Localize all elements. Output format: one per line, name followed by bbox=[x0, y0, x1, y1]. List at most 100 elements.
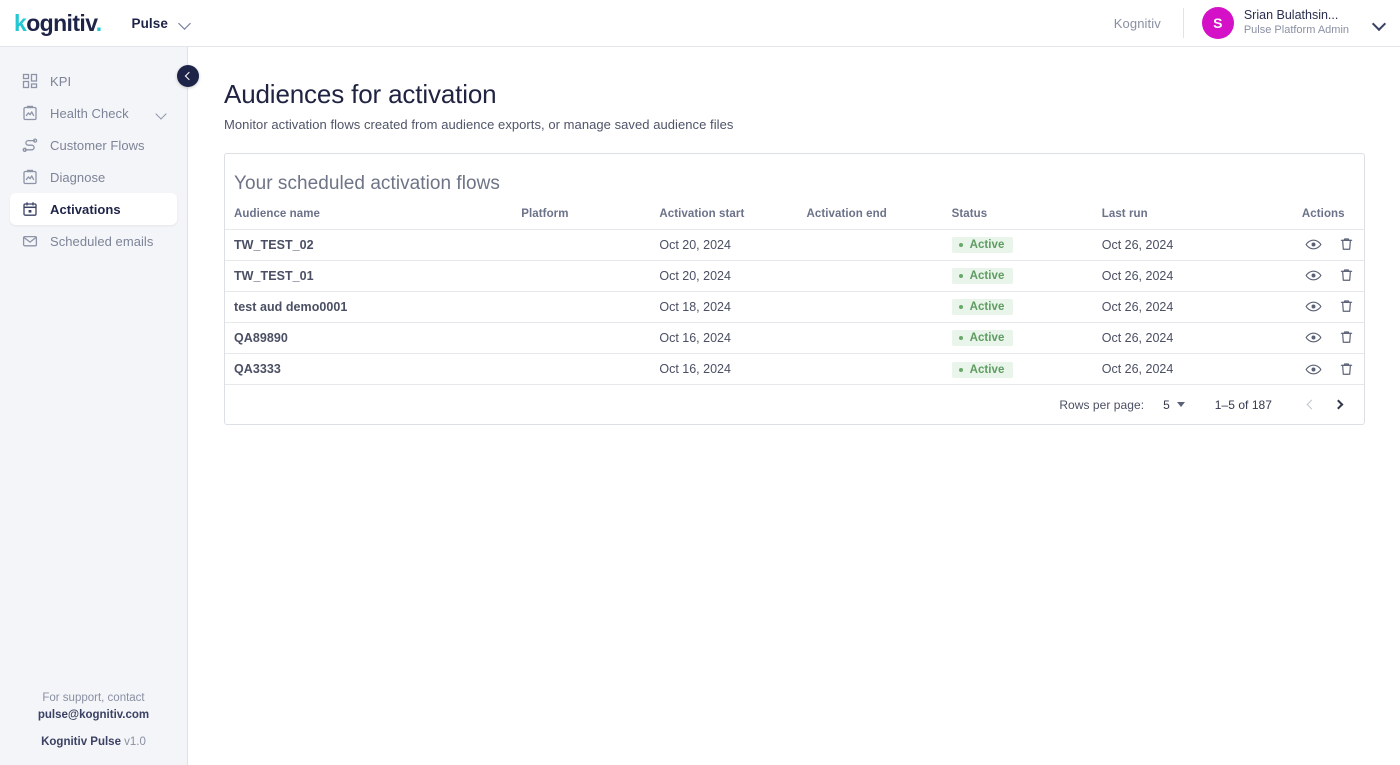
cell-status: Active bbox=[951, 352, 1102, 385]
sidebar-item-label: Activations bbox=[50, 201, 121, 217]
column-header-audience-name[interactable]: Audience name bbox=[225, 208, 521, 230]
rows-per-page-select[interactable]: 5 bbox=[1163, 398, 1185, 412]
delete-icon[interactable] bbox=[1338, 361, 1355, 378]
table-row[interactable]: test aud demo0001 Oct 18, 2024 Active Oc… bbox=[225, 290, 1364, 323]
user-meta: Srian Bulathsin... Pulse Platform Admin bbox=[1244, 8, 1349, 37]
app-root: kognitiv. Pulse Kognitiv S Srian Bulaths… bbox=[0, 0, 1400, 765]
organization-name: Kognitiv bbox=[1113, 15, 1161, 31]
row-actions bbox=[1302, 329, 1355, 346]
table-row[interactable]: QA89890 Oct 16, 2024 Active Oct 26, 2024 bbox=[225, 321, 1364, 354]
table-row[interactable]: QA3333 Oct 16, 2024 Active Oct 26, 2024 bbox=[225, 352, 1364, 385]
status-badge: Active bbox=[951, 268, 1014, 285]
cell-activation-end bbox=[806, 321, 952, 354]
rows-per-page-label: Rows per page: bbox=[1059, 397, 1145, 412]
status-badge: Active bbox=[951, 361, 1014, 378]
table-pagination: Rows per page: 5 1–5 of 187 bbox=[225, 384, 1364, 424]
column-header-activation-start[interactable]: Activation start bbox=[659, 208, 806, 230]
delete-icon[interactable] bbox=[1338, 329, 1355, 346]
cell-last-run: Oct 26, 2024 bbox=[1101, 321, 1302, 354]
previous-page-button[interactable] bbox=[1296, 391, 1324, 419]
product-selector[interactable]: Pulse bbox=[131, 16, 192, 31]
chevron-right-icon bbox=[1333, 399, 1344, 410]
view-icon[interactable] bbox=[1305, 361, 1322, 378]
sidebar: KPI Health Check Customer Flows Diagnose… bbox=[0, 47, 188, 765]
cell-audience-name[interactable]: QA3333 bbox=[225, 352, 522, 385]
view-icon[interactable] bbox=[1305, 329, 1322, 346]
user-account-menu[interactable]: S Srian Bulathsin... Pulse Platform Admi… bbox=[1184, 7, 1386, 39]
next-page-button[interactable] bbox=[1326, 391, 1354, 419]
sidebar-nav: KPI Health Check Customer Flows Diagnose… bbox=[0, 47, 187, 257]
cell-status: Active bbox=[951, 290, 1102, 323]
column-header-platform[interactable]: Platform bbox=[521, 208, 659, 230]
user-name: Srian Bulathsin... bbox=[1243, 8, 1339, 23]
clipboard-chart-icon bbox=[21, 105, 38, 122]
cell-status: Active bbox=[951, 228, 1102, 261]
cell-activation-end bbox=[806, 259, 952, 292]
delete-icon[interactable] bbox=[1338, 267, 1355, 284]
delete-icon[interactable] bbox=[1338, 236, 1355, 253]
cell-audience-name[interactable]: TW_TEST_01 bbox=[225, 259, 522, 292]
product-name: Kognitiv Pulse bbox=[41, 736, 121, 749]
cell-activation-start: Oct 16, 2024 bbox=[659, 352, 807, 385]
cell-activation-end bbox=[806, 290, 952, 323]
cell-last-run: Oct 26, 2024 bbox=[1101, 290, 1302, 323]
cell-status: Active bbox=[951, 321, 1102, 354]
activation-flows-card: Your scheduled activation flows Audience… bbox=[224, 152, 1365, 426]
top-bar-right-cluster: Kognitiv S Srian Bulathsin... Pulse Plat… bbox=[1114, 0, 1400, 47]
table-row[interactable]: TW_TEST_02 Oct 20, 2024 Active Oct 26, 2… bbox=[225, 228, 1364, 261]
sidebar-item-activations[interactable]: Activations bbox=[10, 193, 177, 225]
table-head: Audience name Platform Activation start … bbox=[225, 208, 1364, 230]
chevron-down-icon bbox=[1176, 402, 1185, 408]
cell-platform bbox=[521, 259, 660, 292]
cell-platform bbox=[521, 352, 660, 385]
card-title: Your scheduled activation flows bbox=[234, 172, 500, 194]
sidebar-item-customer-flows[interactable]: Customer Flows bbox=[10, 129, 177, 161]
sidebar-item-scheduled-emails[interactable]: Scheduled emails bbox=[10, 225, 177, 257]
avatar: S bbox=[1201, 7, 1234, 39]
status-dot-icon bbox=[958, 305, 963, 310]
page-title: Audiences for activation bbox=[224, 79, 497, 109]
cell-activation-start: Oct 16, 2024 bbox=[659, 321, 807, 354]
pagination-range-label: 1–5 of 187 bbox=[1214, 397, 1272, 412]
delete-icon[interactable] bbox=[1338, 298, 1355, 315]
calendar-icon bbox=[21, 201, 38, 218]
activations-table: Audience name Platform Activation start … bbox=[225, 208, 1364, 385]
page-header: Audiences for activation Monitor activat… bbox=[189, 47, 1400, 132]
rows-per-page-value: 5 bbox=[1163, 397, 1170, 412]
status-label: Active bbox=[969, 301, 1005, 314]
sidebar-collapse-button[interactable] bbox=[177, 65, 199, 87]
cell-audience-name[interactable]: QA89890 bbox=[225, 321, 522, 354]
cell-actions bbox=[1301, 228, 1364, 261]
chevron-down-icon bbox=[179, 19, 192, 27]
sidebar-footer: For support, contact pulse@kognitiv.com … bbox=[0, 690, 187, 765]
status-badge: Active bbox=[951, 299, 1014, 316]
column-header-status[interactable]: Status bbox=[952, 208, 1102, 230]
sidebar-item-diagnose[interactable]: Diagnose bbox=[10, 161, 177, 193]
view-icon[interactable] bbox=[1305, 298, 1322, 315]
sidebar-item-health-check[interactable]: Health Check bbox=[10, 97, 177, 129]
cell-activation-start: Oct 20, 2024 bbox=[659, 228, 807, 261]
kognitiv-logo[interactable]: kognitiv. bbox=[14, 0, 102, 47]
row-actions bbox=[1302, 236, 1355, 253]
support-line: For support, contact bbox=[42, 691, 145, 704]
top-navigation-bar: kognitiv. Pulse Kognitiv S Srian Bulaths… bbox=[0, 0, 1400, 47]
sidebar-item-label: KPI bbox=[50, 73, 72, 89]
cell-activation-start: Oct 18, 2024 bbox=[659, 290, 807, 323]
column-header-activation-end[interactable]: Activation end bbox=[806, 208, 951, 230]
chevron-down-icon[interactable] bbox=[156, 110, 167, 117]
status-label: Active bbox=[969, 239, 1005, 252]
row-actions bbox=[1302, 267, 1355, 284]
view-icon[interactable] bbox=[1305, 236, 1322, 253]
status-dot-icon bbox=[958, 243, 963, 248]
sidebar-item-label: Diagnose bbox=[50, 169, 106, 185]
column-header-last-run[interactable]: Last run bbox=[1102, 208, 1302, 230]
sidebar-item-kpi[interactable]: KPI bbox=[10, 65, 177, 97]
table-row[interactable]: TW_TEST_01 Oct 20, 2024 Active Oct 26, 2… bbox=[225, 259, 1364, 292]
cell-audience-name[interactable]: TW_TEST_02 bbox=[225, 228, 522, 261]
view-icon[interactable] bbox=[1305, 267, 1322, 284]
logo-text: kognitiv. bbox=[14, 11, 102, 35]
cell-activation-end bbox=[806, 228, 952, 261]
support-email[interactable]: pulse@kognitiv.com bbox=[0, 707, 187, 724]
cell-last-run: Oct 26, 2024 bbox=[1101, 259, 1302, 292]
cell-audience-name[interactable]: test aud demo0001 bbox=[225, 290, 522, 323]
